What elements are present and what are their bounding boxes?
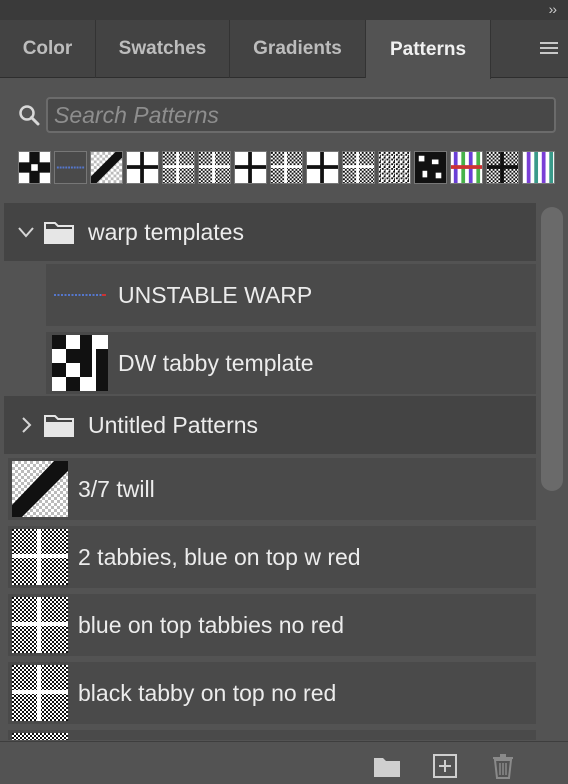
tab-patterns[interactable]: Patterns <box>366 20 491 79</box>
list-item-twill[interactable]: 3/7 twill <box>8 458 536 520</box>
recent-pattern-5[interactable] <box>162 151 195 184</box>
recent-pattern-15[interactable] <box>522 151 555 184</box>
folder-icon <box>44 415 74 437</box>
search-input[interactable]: Search Patterns <box>46 97 556 133</box>
recent-pattern-14[interactable] <box>486 151 519 184</box>
recent-pattern-2[interactable] <box>54 151 87 184</box>
group-label: Untitled Patterns <box>88 411 259 438</box>
recent-pattern-1[interactable] <box>18 151 51 184</box>
recent-patterns-row <box>18 151 555 184</box>
tab-gradients[interactable]: Gradients <box>230 20 366 78</box>
list-item-2-tabbies[interactable]: 2 tabbies, blue on top w red <box>8 526 536 588</box>
item-label: 3/7 twill <box>78 475 155 502</box>
chevron-right-icon[interactable] <box>16 415 36 435</box>
hamburger-menu-icon[interactable] <box>540 42 558 56</box>
pattern-thumb <box>12 665 68 721</box>
pattern-list: warp templates UNSTABLE WARP DW tabby te… <box>4 203 536 740</box>
recent-pattern-7[interactable] <box>234 151 267 184</box>
item-label: blue on top tabbies no red <box>78 611 344 638</box>
pattern-thumb <box>12 461 68 517</box>
pattern-thumb <box>12 733 68 740</box>
group-warp-templates[interactable]: warp templates <box>4 203 536 261</box>
search-icon <box>19 105 40 126</box>
list-item-unstable-warp[interactable]: UNSTABLE WARP <box>46 264 536 326</box>
tab-swatches[interactable]: Swatches <box>96 20 230 78</box>
group-label: warp templates <box>88 218 244 245</box>
item-label: UNSTABLE WARP <box>118 281 313 308</box>
list-scrollbar[interactable] <box>541 207 563 737</box>
collapse-panel-icon[interactable]: ›› <box>549 1 557 17</box>
new-pattern-icon[interactable] <box>431 752 459 780</box>
pattern-thumb <box>12 597 68 653</box>
recent-pattern-8[interactable] <box>270 151 303 184</box>
pattern-thumb <box>12 529 68 585</box>
trash-icon[interactable] <box>489 752 517 780</box>
recent-pattern-9[interactable] <box>306 151 339 184</box>
recent-pattern-10[interactable] <box>342 151 375 184</box>
list-item-partial[interactable] <box>8 730 536 740</box>
chevron-down-icon[interactable] <box>16 222 36 242</box>
recent-pattern-4[interactable] <box>126 151 159 184</box>
pattern-thumb <box>52 335 108 391</box>
scrollbar-thumb[interactable] <box>541 207 563 491</box>
panel-top-strip: ›› <box>0 0 568 20</box>
list-item-blue-on-top[interactable]: blue on top tabbies no red <box>8 594 536 656</box>
tab-color[interactable]: Color <box>0 20 96 78</box>
item-label: 2 tabbies, blue on top w red <box>78 543 361 570</box>
item-label: DW tabby template <box>118 349 314 376</box>
search-placeholder: Search Patterns <box>54 101 219 128</box>
panel-tab-bar: Color Swatches Gradients Patterns <box>0 20 568 79</box>
item-label: black tabby on top no red <box>78 679 337 706</box>
recent-pattern-6[interactable] <box>198 151 231 184</box>
folder-icon <box>44 222 74 244</box>
list-item-black-tabby[interactable]: black tabby on top no red <box>8 662 536 724</box>
panel-footer <box>0 741 568 784</box>
group-untitled-patterns[interactable]: Untitled Patterns <box>4 396 536 454</box>
pattern-thumb <box>54 294 106 296</box>
recent-pattern-11[interactable] <box>378 151 411 184</box>
recent-pattern-12[interactable] <box>414 151 447 184</box>
new-group-folder-icon[interactable] <box>373 752 401 780</box>
recent-pattern-13[interactable] <box>450 151 483 184</box>
recent-pattern-3[interactable] <box>90 151 123 184</box>
list-item-dw-tabby[interactable]: DW tabby template <box>46 332 536 394</box>
